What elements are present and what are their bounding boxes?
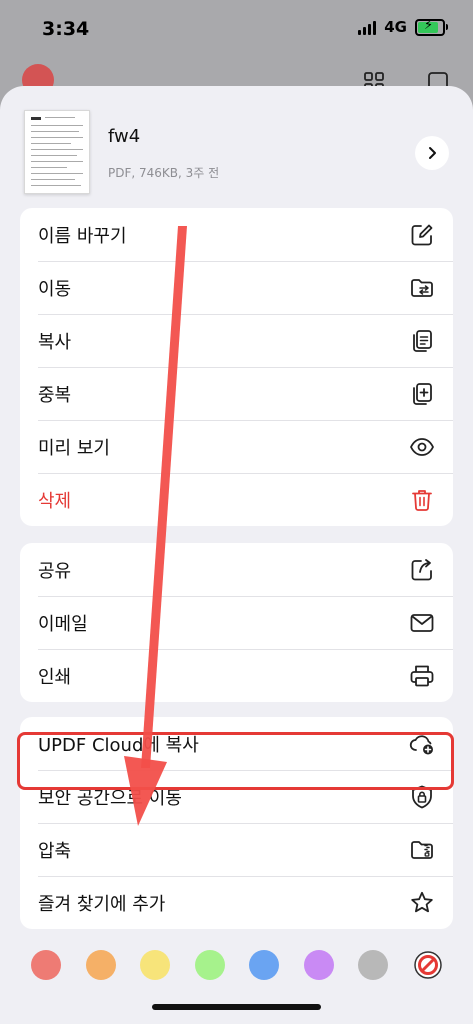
color-tag-orange[interactable] [85,950,116,980]
file-meta: PDF, 746KB, 3주 전 [108,166,220,180]
move-to-secure-row[interactable]: 보안 공간으로 이동 [20,770,453,823]
copy-row[interactable]: 복사 [20,314,453,367]
compress-row[interactable]: 압축 [20,823,453,876]
zip-folder-icon [409,837,435,863]
shield-lock-icon [409,784,435,810]
mail-icon [409,610,435,636]
copy-to-cloud-row[interactable]: UPDF Cloud에 복사 [20,717,453,770]
print-row[interactable]: 인쇄 [20,649,453,702]
preview-row[interactable]: 미리 보기 [20,420,453,473]
move-folder-icon [409,275,435,301]
move-row[interactable]: 이동 [20,261,453,314]
move-to-secure-label: 보안 공간으로 이동 [38,787,182,809]
compress-label: 압축 [38,840,72,862]
preview-label: 미리 보기 [38,437,110,459]
email-row[interactable]: 이메일 [20,596,453,649]
status-bar: 3:34 4G ⚡ [0,0,473,60]
rename-row[interactable]: 이름 바꾸기 [20,208,453,261]
file-header: fw4 PDF, 746KB, 3주 전 [24,110,449,194]
color-tag-bar [31,950,443,980]
no-color-button[interactable] [413,950,443,980]
rename-label: 이름 바꾸기 [38,225,127,247]
signal-icon [358,20,377,35]
action-sheet: fw4 PDF, 746KB, 3주 전 이름 바꾸기 이동 복사 중복 미리 … [0,86,473,1024]
color-tag-purple[interactable] [303,950,334,980]
file-thumbnail [24,110,90,194]
file-actions-group: 이름 바꾸기 이동 복사 중복 미리 보기 삭제 [20,208,453,526]
duplicate-row[interactable]: 중복 [20,367,453,420]
delete-label: 삭제 [38,490,72,512]
copy-to-cloud-label: UPDF Cloud에 복사 [38,734,199,756]
color-tag-green[interactable] [194,950,225,980]
share-actions-group: 공유 이메일 인쇄 [20,543,453,702]
printer-icon [409,663,435,689]
share-row[interactable]: 공유 [20,543,453,596]
no-color-icon [414,951,442,979]
share-icon [409,557,435,583]
file-name: fw4 [108,126,141,147]
status-time: 3:34 [42,18,90,40]
copy-label: 복사 [38,331,72,353]
color-tag-gray[interactable] [358,950,389,980]
color-tag-yellow[interactable] [140,950,171,980]
rename-icon [409,222,435,248]
email-label: 이메일 [38,613,88,635]
print-label: 인쇄 [38,666,72,688]
trash-icon [409,487,435,513]
color-tag-red[interactable] [31,950,61,980]
cloud-add-icon [409,731,435,757]
add-favorite-row[interactable]: 즐겨 찾기에 추가 [20,876,453,929]
copy-icon [409,328,435,354]
chevron-right-icon [429,147,436,159]
star-icon [409,890,435,916]
add-favorite-label: 즐겨 찾기에 추가 [38,893,166,915]
more-actions-group: UPDF Cloud에 복사 보안 공간으로 이동 압축 즐겨 찾기에 추가 [20,717,453,929]
home-indicator [152,1004,321,1010]
file-detail-button[interactable] [415,136,449,170]
delete-row[interactable]: 삭제 [20,473,453,526]
share-label: 공유 [38,560,72,582]
eye-icon [409,434,435,460]
color-tag-blue[interactable] [249,950,280,980]
status-indicators: 4G ⚡ [358,18,448,36]
duplicate-icon [409,381,435,407]
battery-icon: ⚡ [415,18,448,36]
move-label: 이동 [38,278,72,300]
network-type: 4G [384,18,407,36]
duplicate-label: 중복 [38,384,72,406]
